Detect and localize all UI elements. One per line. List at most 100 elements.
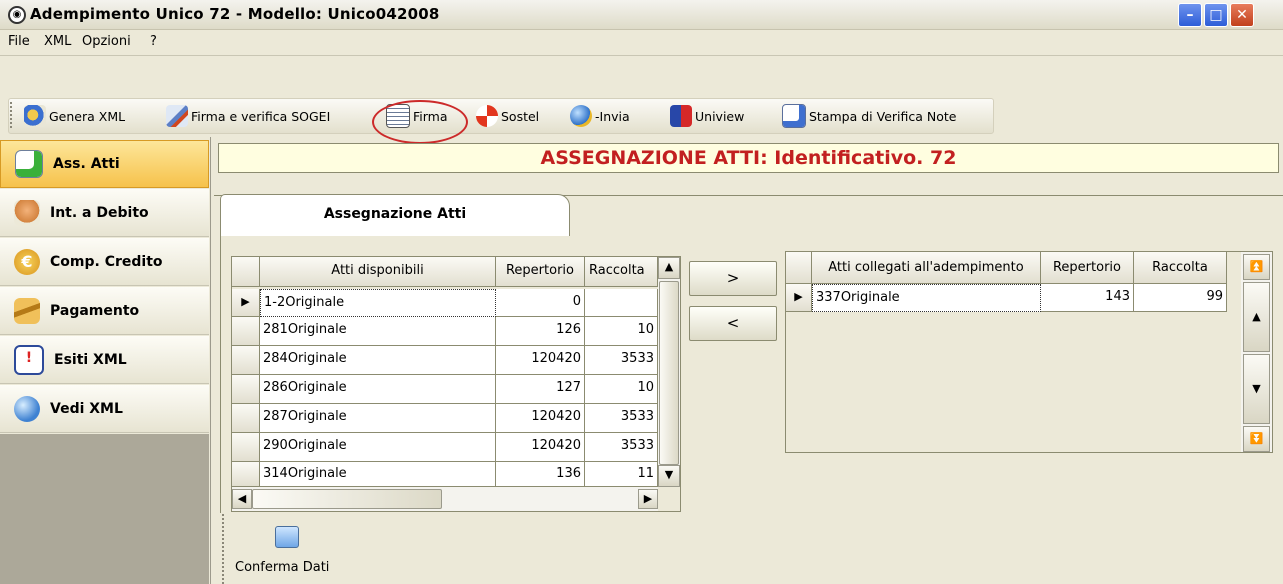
menu-help[interactable]: ? — [150, 34, 157, 49]
scroll-up-button[interactable]: ▲ — [1243, 282, 1270, 352]
sidebar-item-ass-atti[interactable]: Ass. Atti — [0, 140, 209, 188]
table-cell[interactable]: 10 — [585, 317, 658, 346]
table-cell[interactable]: 281Originale — [260, 317, 496, 346]
table-cell[interactable]: 284Originale — [260, 346, 496, 375]
globe-search-icon — [14, 395, 40, 422]
close-button[interactable]: ✕ — [1230, 3, 1254, 27]
sidebar-item-label: Comp. Credito — [50, 253, 163, 270]
scroll-left-button[interactable]: ◀ — [232, 489, 252, 509]
firma-verifica-sogei-button[interactable]: Firma e verifica SOGEI — [166, 101, 330, 131]
window-title: Adempimento Unico 72 - Modello: Unico042… — [30, 5, 440, 23]
column-header-repertorio[interactable]: Repertorio — [1041, 252, 1134, 284]
column-header-atti-collegati[interactable]: Atti collegati all'adempimento — [812, 252, 1041, 284]
row-selector[interactable] — [232, 375, 260, 404]
horizontal-scroll-thumb[interactable] — [252, 489, 442, 509]
row-selector[interactable] — [232, 404, 260, 433]
table-cell[interactable]: 11 — [585, 462, 658, 487]
scroll-right-button[interactable]: ▶ — [638, 489, 658, 509]
genera-xml-label: Genera XML — [49, 108, 126, 124]
sidebar-item-pagamento[interactable]: Pagamento — [0, 287, 209, 335]
euro-coin-icon: € — [14, 248, 40, 275]
sidebar-empty-area — [0, 434, 209, 584]
invia-button[interactable]: -Invia — [570, 101, 630, 131]
table-cell[interactable]: 136 — [496, 462, 585, 487]
tab-assegnazione-atti[interactable]: Assegnazione Atti — [220, 194, 570, 236]
row-selector-current[interactable]: ▶ — [786, 284, 812, 312]
table-cell[interactable]: 127 — [496, 375, 585, 404]
table-cell[interactable]: 337Originale — [812, 284, 1041, 312]
lifebuoy-icon — [476, 105, 498, 127]
uniview-button[interactable]: Uniview — [670, 101, 744, 131]
page-title: ASSEGNAZIONE ATTI: Identificativo. 72 — [218, 143, 1279, 173]
table-cell[interactable]: 99 — [1134, 284, 1227, 312]
table-cell[interactable]: 0 — [496, 289, 585, 317]
row-selector[interactable] — [232, 317, 260, 346]
uniview-icon — [670, 105, 692, 127]
column-header-repertorio[interactable]: Repertorio — [496, 257, 585, 287]
invia-label: -Invia — [595, 108, 630, 124]
bottom-toolbar — [214, 513, 1283, 584]
table-cell[interactable]: 3533 — [585, 404, 658, 433]
column-header-raccolta[interactable]: Raccolta — [585, 257, 658, 287]
sidebar-item-label: Esiti XML — [54, 351, 127, 368]
sidebar-item-label: Pagamento — [50, 302, 140, 319]
app-icon: ◉ — [8, 6, 26, 24]
sostel-button[interactable]: Sostel — [476, 101, 539, 131]
sidebar-item-esiti-xml[interactable]: ! Esiti XML — [0, 336, 209, 384]
maximize-button[interactable]: □ — [1204, 3, 1228, 27]
table-cell[interactable]: 290Originale — [260, 433, 496, 462]
table-cell[interactable]: 120420 — [496, 346, 585, 375]
exclamation-document-icon: ! — [14, 344, 44, 375]
scroll-up-button[interactable]: ▲ — [658, 257, 680, 279]
column-header-raccolta[interactable]: Raccolta — [1134, 252, 1227, 284]
genera-xml-button[interactable]: Genera XML — [24, 101, 125, 131]
table-cell[interactable]: 120420 — [496, 404, 585, 433]
sidebar-item-comp-credito[interactable]: € Comp. Credito — [0, 238, 209, 286]
pen-icon — [166, 105, 188, 127]
table-cell[interactable] — [585, 289, 658, 317]
table-cell[interactable]: 120420 — [496, 433, 585, 462]
sidebar-item-vedi-xml[interactable]: Vedi XML — [0, 385, 209, 433]
firma-highlight-circle — [372, 100, 468, 144]
sidebar-item-label: Int. a Debito — [50, 204, 149, 221]
table-cell[interactable]: 3533 — [585, 433, 658, 462]
table-cell[interactable]: 1-2Originale — [260, 289, 496, 317]
menu-xml[interactable]: XML — [44, 34, 71, 49]
firma-verifica-sogei-label: Firma e verifica SOGEI — [191, 108, 331, 124]
table-cell[interactable]: 143 — [1041, 284, 1134, 312]
checked-document-icon — [782, 104, 806, 128]
stampa-verifica-note-label: Stampa di Verifica Note — [809, 108, 957, 124]
menu-opzioni[interactable]: Opzioni — [82, 34, 131, 49]
sidebar-item-int-debito[interactable]: Int. a Debito — [0, 189, 209, 237]
scroll-thumb[interactable] — [659, 281, 679, 465]
table-cell[interactable]: 3533 — [585, 346, 658, 375]
row-selector[interactable] — [232, 462, 260, 487]
grid-corner — [232, 257, 260, 287]
scroll-down-button[interactable]: ▼ — [1243, 354, 1270, 424]
conferma-dati-label: Conferma Dati — [235, 560, 330, 575]
hand-icon — [14, 199, 40, 226]
money-icon — [14, 297, 40, 324]
gears-icon — [24, 105, 46, 127]
minimize-button[interactable]: – — [1178, 3, 1202, 27]
add-to-linked-button[interactable]: > — [689, 261, 777, 296]
scroll-top-button[interactable]: ⏫ — [1243, 254, 1270, 280]
table-cell[interactable]: 286Originale — [260, 375, 496, 404]
row-selector[interactable] — [232, 433, 260, 462]
grid-corner — [786, 252, 812, 284]
row-selector[interactable] — [232, 346, 260, 375]
table-cell[interactable]: 314Originale — [260, 462, 496, 487]
uniview-label: Uniview — [695, 108, 745, 124]
column-header-atti-disponibili[interactable]: Atti disponibili — [260, 257, 496, 287]
table-cell[interactable]: 126 — [496, 317, 585, 346]
scroll-bottom-button[interactable]: ⏬ — [1243, 426, 1270, 452]
menu-file[interactable]: File — [8, 34, 30, 49]
table-cell[interactable]: 10 — [585, 375, 658, 404]
toolbar-grip[interactable] — [10, 102, 13, 128]
row-selector-current[interactable]: ▶ — [232, 289, 260, 317]
scroll-down-button[interactable]: ▼ — [658, 465, 680, 487]
stampa-verifica-note-button[interactable]: Stampa di Verifica Note — [782, 101, 956, 131]
confirm-card-icon — [275, 526, 299, 548]
table-cell[interactable]: 287Originale — [260, 404, 496, 433]
remove-from-linked-button[interactable]: < — [689, 306, 777, 341]
